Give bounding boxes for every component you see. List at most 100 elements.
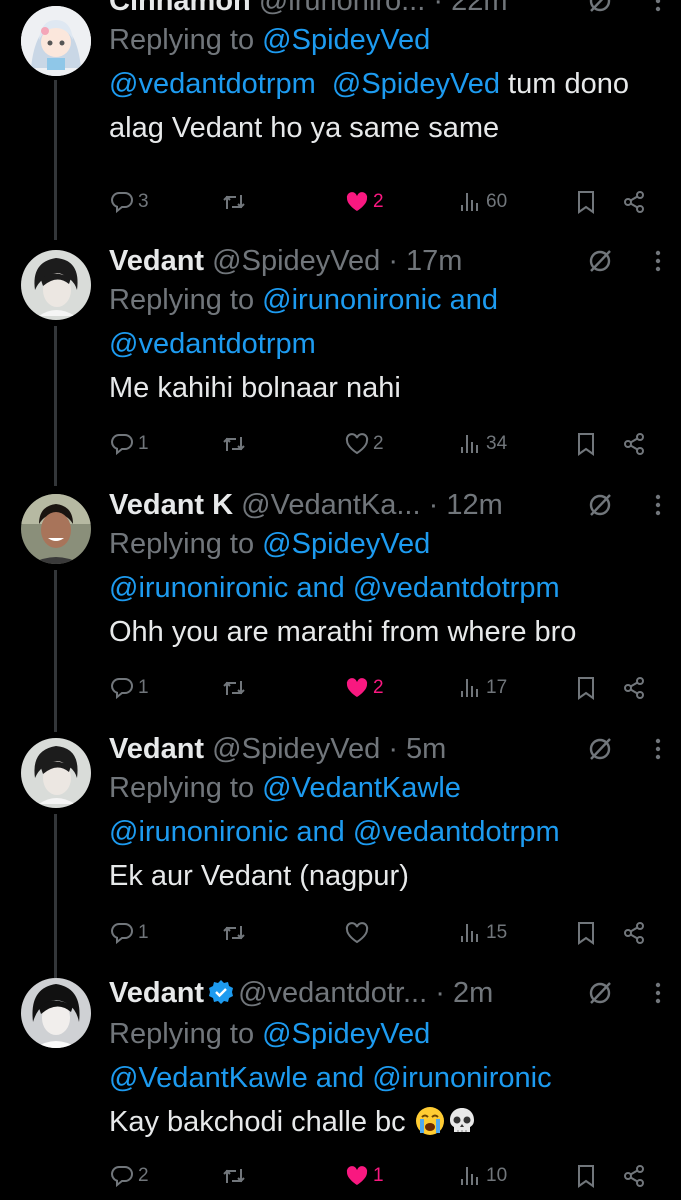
tweet[interactable]: Cinnamon @irunoniro... · 22m Replying to… <box>0 0 681 240</box>
tweet-actions: 2 1 10 <box>109 1159 665 1193</box>
avatar[interactable] <box>21 250 91 320</box>
views-button[interactable]: 15 <box>457 916 507 950</box>
avatar[interactable] <box>21 494 91 564</box>
avatar[interactable] <box>21 6 91 76</box>
share-button[interactable] <box>621 185 647 219</box>
retweet-icon <box>223 1169 245 1183</box>
more-icon[interactable] <box>651 490 665 520</box>
bookmark-button[interactable] <box>573 671 599 705</box>
bookmark-button[interactable] <box>573 916 599 950</box>
user-handle[interactable]: @VedantKa... <box>241 489 420 521</box>
timestamp[interactable]: 22m <box>451 0 507 17</box>
timestamp[interactable]: 2m <box>453 977 493 1009</box>
tweet[interactable]: Vedant @vedantdotr... · 2m Replying to @S… <box>0 974 681 1200</box>
retweet-icon <box>223 195 245 209</box>
display-name[interactable]: Vedant <box>109 245 204 277</box>
reply-count: 3 <box>138 191 149 212</box>
reply-button[interactable]: 1 <box>109 671 149 705</box>
timestamp[interactable]: 17m <box>406 245 462 277</box>
user-handle[interactable]: @SpideyVed <box>212 733 380 765</box>
reply-button[interactable]: 3 <box>109 185 149 219</box>
avatar[interactable] <box>21 978 91 1048</box>
views-icon <box>461 1167 478 1185</box>
user-handle[interactable]: @vedantdotr... <box>238 977 427 1009</box>
reply-button[interactable]: 1 <box>109 916 149 950</box>
views-icon <box>461 193 478 211</box>
share-button[interactable] <box>621 1159 647 1193</box>
grok-icon[interactable] <box>585 0 615 16</box>
grok-icon[interactable] <box>585 490 615 520</box>
view-count: 15 <box>486 922 508 943</box>
like-button[interactable]: 1 <box>344 1159 384 1193</box>
retweet-button[interactable] <box>221 1159 247 1193</box>
retweet-button[interactable] <box>221 185 247 219</box>
mention-link[interactable]: @vedantdotrpm @SpideyVed <box>109 68 500 100</box>
views-icon <box>461 924 478 942</box>
reply-button[interactable]: 1 <box>109 427 149 461</box>
views-button[interactable]: 60 <box>457 185 507 219</box>
bookmark-button[interactable] <box>573 427 599 461</box>
heart-icon <box>346 678 368 697</box>
like-button[interactable]: 2 <box>344 427 384 461</box>
views-button[interactable]: 10 <box>457 1159 507 1193</box>
tweet[interactable]: Vedant K @VedantKa... · 12m Replying to … <box>0 484 681 728</box>
tweet[interactable]: Vedant @SpideyVed · 5m Replying to @Veda… <box>0 728 681 974</box>
avatar[interactable] <box>21 738 91 808</box>
skull-icon <box>449 1108 474 1132</box>
more-icon[interactable] <box>651 734 665 764</box>
mention-link[interactable]: @SpideyVed <box>262 528 430 560</box>
retweet-button[interactable] <box>221 427 247 461</box>
share-button[interactable] <box>621 427 647 461</box>
tweet-actions: 1 2 17 <box>109 671 665 705</box>
mention-link[interactable]: @irunonironic and @vedantdotrpm <box>109 816 560 848</box>
tweet-text: Kay bakchodi challe bc <box>109 1100 665 1144</box>
grok-icon[interactable] <box>585 978 615 1008</box>
display-name[interactable]: Vedant <box>109 977 204 1009</box>
views-button[interactable]: 17 <box>457 671 507 705</box>
like-count: 2 <box>373 433 384 454</box>
more-icon[interactable] <box>651 978 665 1008</box>
like-button[interactable] <box>344 916 373 950</box>
mention-link[interactable]: @VedantKawle <box>262 772 461 804</box>
tweet-header: Vedant @SpideyVed · 5m <box>109 730 665 768</box>
mention-link[interactable]: @VedantKawle and @irunonironic <box>109 1062 552 1094</box>
tweet[interactable]: Vedant @SpideyVed · 17m Replying to @iru… <box>0 240 681 484</box>
mention-link[interactable]: @irunonironic and <box>262 284 498 316</box>
mention-link[interactable]: @irunonironic and @vedantdotrpm <box>109 572 560 604</box>
share-icon <box>624 677 644 699</box>
reply-count: 2 <box>138 1165 149 1186</box>
tweet-header: Vedant K @VedantKa... · 12m <box>109 486 665 524</box>
timestamp[interactable]: 5m <box>406 733 446 765</box>
display-name[interactable]: Vedant K <box>109 489 233 521</box>
tweet-header: Cinnamon @irunoniro... · 22m <box>109 0 665 20</box>
grok-icon[interactable] <box>585 734 615 764</box>
bookmark-button[interactable] <box>573 1159 599 1193</box>
share-button[interactable] <box>621 916 647 950</box>
share-icon <box>624 1165 644 1187</box>
user-handle[interactable]: @irunoniro... <box>259 0 425 17</box>
more-icon[interactable] <box>651 246 665 276</box>
separator-dot: · <box>380 733 407 765</box>
reply-button[interactable]: 2 <box>109 1159 149 1193</box>
retweet-icon <box>223 926 245 940</box>
views-icon <box>461 435 478 453</box>
display-name[interactable]: Vedant <box>109 733 204 765</box>
grok-icon[interactable] <box>585 246 615 276</box>
like-button[interactable]: 2 <box>344 671 384 705</box>
view-count: 34 <box>486 433 508 454</box>
share-button[interactable] <box>621 671 647 705</box>
mention-link[interactable]: @SpideyVed <box>262 1018 430 1050</box>
more-icon[interactable] <box>651 0 665 16</box>
views-button[interactable]: 34 <box>457 427 507 461</box>
timestamp[interactable]: 12m <box>446 489 502 521</box>
share-icon <box>624 922 644 944</box>
retweet-button[interactable] <box>221 916 247 950</box>
like-count: 2 <box>373 191 384 212</box>
like-button[interactable]: 2 <box>344 185 384 219</box>
retweet-button[interactable] <box>221 671 247 705</box>
mention-link[interactable]: @SpideyVed <box>262 24 430 56</box>
bookmark-button[interactable] <box>573 185 599 219</box>
user-handle[interactable]: @SpideyVed <box>212 245 380 277</box>
mention-link[interactable]: @vedantdotrpm <box>109 328 316 360</box>
display-name[interactable]: Cinnamon <box>109 0 251 17</box>
